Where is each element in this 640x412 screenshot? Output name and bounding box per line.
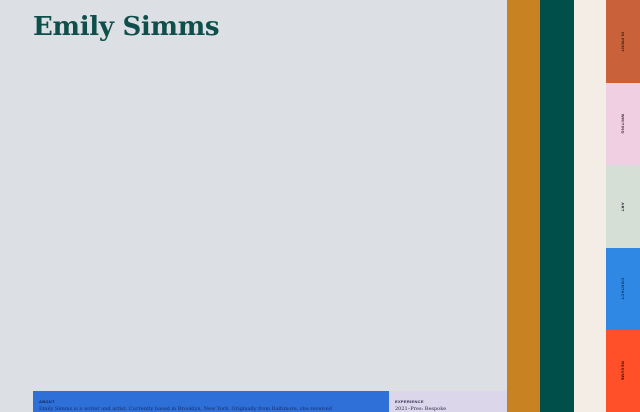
- main-panel: Emily Simms ABOUT Emily Simms is a write…: [0, 0, 507, 412]
- tab-resume[interactable]: RESUME: [606, 330, 640, 412]
- tab-label: WRITING: [620, 113, 626, 135]
- tab-label: IN PRINT: [620, 31, 626, 52]
- decorative-stripe-cream: [574, 0, 606, 412]
- section-tabs: IN PRINT WRITING ART CONTACT RESUME: [606, 0, 640, 412]
- experience-section: EXPERIENCE 2021–Pres: Bespoke: [389, 391, 507, 412]
- tab-writing[interactable]: WRITING: [606, 83, 640, 165]
- decorative-stripe-teal: [540, 0, 574, 412]
- tab-label: ART: [620, 201, 626, 212]
- tab-in-print[interactable]: IN PRINT: [606, 0, 640, 83]
- tab-art[interactable]: ART: [606, 165, 640, 248]
- site-title[interactable]: Emily Simms: [33, 12, 220, 42]
- about-text: Emily Simms is a writer and artist. Curr…: [39, 406, 332, 412]
- tab-label: RESUME: [620, 361, 626, 381]
- tab-label: CONTACT: [620, 277, 626, 301]
- decorative-stripe-ochre: [507, 0, 540, 412]
- about-section: ABOUT Emily Simms is a writer and artist…: [33, 391, 389, 412]
- tab-contact[interactable]: CONTACT: [606, 248, 640, 330]
- experience-heading: EXPERIENCE: [395, 399, 424, 404]
- experience-text: 2021–Pres: Bespoke: [395, 406, 447, 412]
- about-heading: ABOUT: [39, 399, 55, 404]
